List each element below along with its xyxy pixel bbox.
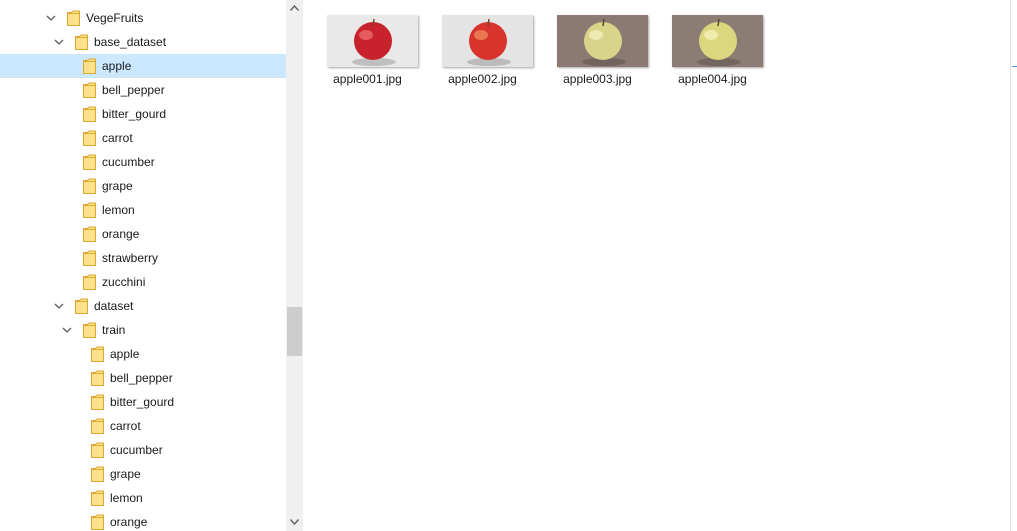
tree-item-base-dataset[interactable]: base_dataset bbox=[0, 30, 286, 54]
tree-item-label: carrot bbox=[102, 131, 133, 145]
tree-item-bitter-gourd[interactable]: bitter_gourd bbox=[0, 102, 286, 126]
tree-item-grape[interactable]: grape bbox=[0, 174, 286, 198]
folder-icon bbox=[83, 322, 96, 338]
folder-icon bbox=[83, 226, 96, 242]
file-content-pane: apple001.jpg apple002.jpg apple003.jpg appl… bbox=[303, 0, 1017, 531]
tree-item-lemon[interactable]: lemon bbox=[0, 486, 286, 510]
right-window-edge bbox=[1010, 0, 1017, 531]
file-item[interactable]: apple002.jpg bbox=[430, 10, 535, 90]
tree-item-zucchini[interactable]: zucchini bbox=[0, 270, 286, 294]
tree-item-label: train bbox=[102, 323, 126, 337]
file-name-label: apple001.jpg bbox=[333, 72, 402, 86]
scroll-up-arrow-icon bbox=[290, 5, 299, 11]
folder-icon bbox=[91, 346, 104, 362]
folder-icon bbox=[75, 298, 88, 314]
tree-item-train[interactable]: train bbox=[0, 318, 286, 342]
file-name-label: apple002.jpg bbox=[448, 72, 517, 86]
tree-item-label: VegeFruits bbox=[86, 11, 144, 25]
image-thumbnail[interactable] bbox=[327, 15, 418, 67]
chevron-down-icon[interactable] bbox=[53, 300, 65, 312]
image-thumbnail[interactable] bbox=[672, 15, 763, 67]
tree-item-label: bitter_gourd bbox=[110, 395, 175, 409]
tree-item-orange[interactable]: orange bbox=[0, 510, 286, 531]
folder-icon bbox=[75, 34, 88, 50]
right-edge-divider bbox=[1012, 66, 1017, 67]
tree-item-cucumber[interactable]: cucumber bbox=[0, 438, 286, 462]
tree-item-grape[interactable]: grape bbox=[0, 462, 286, 486]
tree-item-label: bitter_gourd bbox=[102, 107, 167, 121]
tree-item-label: apple bbox=[102, 59, 132, 73]
file-item[interactable]: apple003.jpg bbox=[545, 10, 650, 90]
chevron-down-icon[interactable] bbox=[61, 324, 73, 336]
tree-item-orange[interactable]: orange bbox=[0, 222, 286, 246]
folder-icon bbox=[91, 394, 104, 410]
navigation-scrollbar[interactable] bbox=[286, 0, 303, 531]
tree-item-label: orange bbox=[110, 515, 148, 529]
tree-item-apple[interactable]: apple bbox=[0, 54, 286, 78]
folder-icon bbox=[67, 10, 80, 26]
folder-icon bbox=[83, 178, 96, 194]
folder-icon bbox=[83, 130, 96, 146]
folder-icon bbox=[83, 106, 96, 122]
tree-item-bell-pepper[interactable]: bell_pepper bbox=[0, 78, 286, 102]
chevron-down-icon[interactable] bbox=[45, 12, 57, 24]
folder-icon bbox=[83, 250, 96, 266]
folder-icon bbox=[83, 58, 96, 74]
tree-item-label: grape bbox=[102, 179, 133, 193]
tree-item-apple[interactable]: apple bbox=[0, 342, 286, 366]
file-name-label: apple003.jpg bbox=[563, 72, 632, 86]
chevron-down-icon[interactable] bbox=[53, 36, 65, 48]
file-item[interactable]: apple001.jpg bbox=[315, 10, 420, 90]
tree-item-label: cucumber bbox=[102, 155, 155, 169]
scroll-down-arrow-icon bbox=[290, 519, 299, 525]
folder-icon bbox=[91, 514, 104, 530]
folder-icon bbox=[83, 202, 96, 218]
tree-item-label: bell_pepper bbox=[110, 371, 173, 385]
folder-icon bbox=[83, 154, 96, 170]
file-item[interactable]: apple004.jpg bbox=[660, 10, 765, 90]
tree-item-label: bell_pepper bbox=[102, 83, 165, 97]
tree-item-label: apple bbox=[110, 347, 140, 361]
folder-icon bbox=[91, 466, 104, 482]
tree-item-strawberry[interactable]: strawberry bbox=[0, 246, 286, 270]
folder-icon bbox=[83, 82, 96, 98]
tree-item-label: lemon bbox=[110, 491, 143, 505]
tree-item-label: base_dataset bbox=[94, 35, 167, 49]
tree-item-carrot[interactable]: carrot bbox=[0, 414, 286, 438]
tree-item-carrot[interactable]: carrot bbox=[0, 126, 286, 150]
image-thumbnail[interactable] bbox=[442, 15, 533, 67]
scroll-up-button[interactable] bbox=[286, 0, 303, 17]
tree-item-label: cucumber bbox=[110, 443, 163, 457]
tree-item-label: lemon bbox=[102, 203, 135, 217]
tree-item-label: grape bbox=[110, 467, 141, 481]
folder-icon bbox=[91, 370, 104, 386]
folder-icon bbox=[91, 490, 104, 506]
scroll-down-button[interactable] bbox=[286, 514, 303, 531]
tree-item-label: strawberry bbox=[102, 251, 159, 265]
tree-item-label: carrot bbox=[110, 419, 141, 433]
image-thumbnail[interactable] bbox=[557, 15, 648, 67]
tree-item-VegeFruits[interactable]: VegeFruits bbox=[0, 6, 286, 30]
tree-item-label: zucchini bbox=[102, 275, 146, 289]
tree-item-label: orange bbox=[102, 227, 140, 241]
tree-item-dataset[interactable]: dataset bbox=[0, 294, 286, 318]
file-name-label: apple004.jpg bbox=[678, 72, 747, 86]
folder-icon bbox=[91, 442, 104, 458]
scroll-thumb[interactable] bbox=[287, 307, 302, 356]
navigation-pane: VegeFruits base_dataset apple bell_pepper bi… bbox=[0, 0, 286, 531]
tree-item-lemon[interactable]: lemon bbox=[0, 198, 286, 222]
folder-icon bbox=[91, 418, 104, 434]
tree-item-bitter-gourd[interactable]: bitter_gourd bbox=[0, 390, 286, 414]
tree-item-bell-pepper[interactable]: bell_pepper bbox=[0, 366, 286, 390]
folder-icon bbox=[83, 274, 96, 290]
tree-item-cucumber[interactable]: cucumber bbox=[0, 150, 286, 174]
tree-item-label: dataset bbox=[94, 299, 134, 313]
